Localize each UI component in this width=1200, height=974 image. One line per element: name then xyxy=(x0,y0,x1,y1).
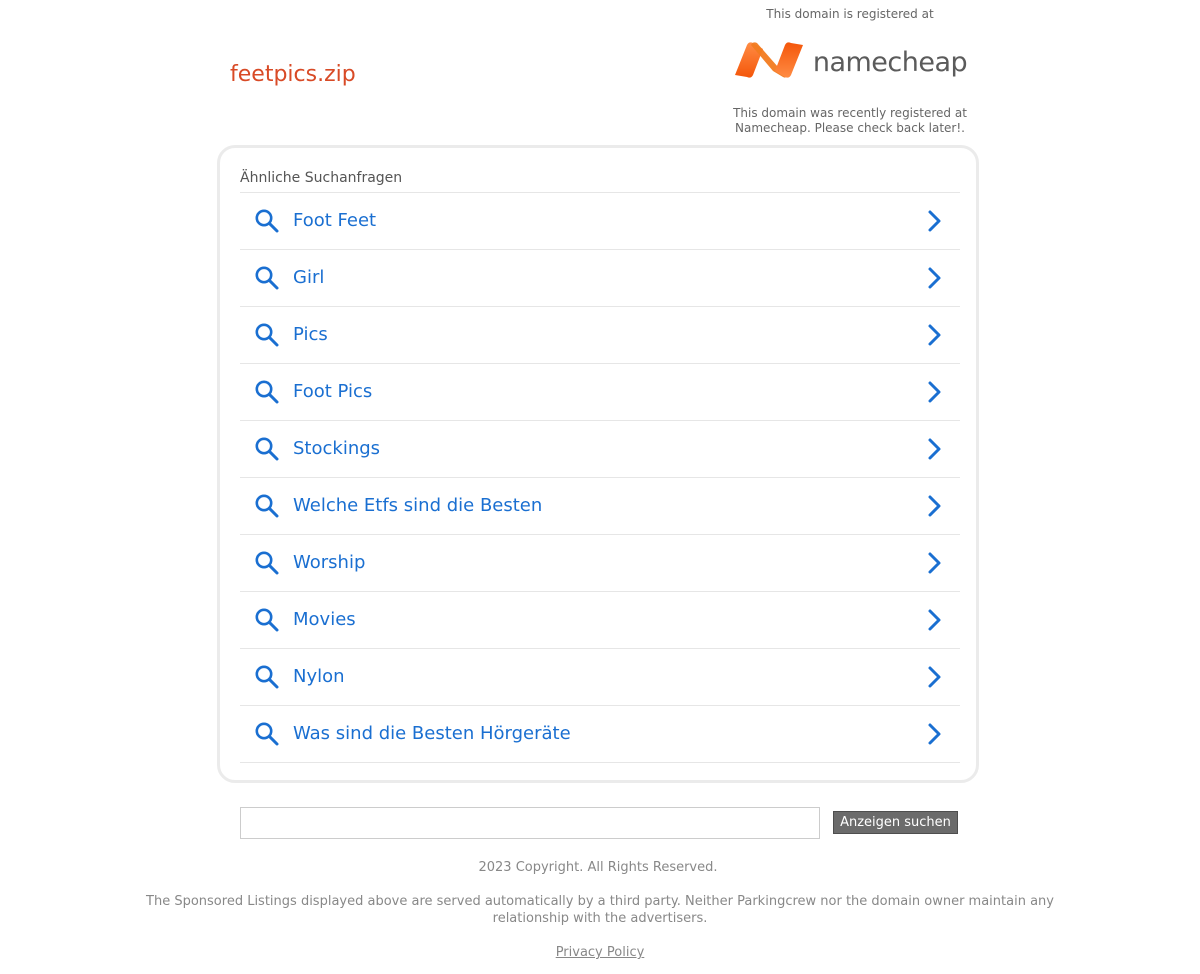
search-icon xyxy=(255,380,279,404)
related-search-label: Movies xyxy=(293,609,356,630)
namecheap-logo[interactable]: namecheap xyxy=(700,32,1000,88)
search-icon xyxy=(255,494,279,518)
related-search-label: Pics xyxy=(293,324,328,345)
search-icon xyxy=(255,266,279,290)
related-search-label: Worship xyxy=(293,552,366,573)
copyright-text: 2023 Copyright. All Rights Reserved. xyxy=(478,860,718,875)
related-search-label: Nylon xyxy=(293,666,345,687)
privacy-policy-link[interactable]: Privacy Policy xyxy=(556,945,645,960)
namecheap-logo-icon xyxy=(734,42,803,78)
chevron-right-icon xyxy=(928,495,941,517)
related-search-label: Stockings xyxy=(293,438,381,459)
related-search-label: Foot Feet xyxy=(293,210,377,231)
related-search-item[interactable]: Welche Etfs sind die Besten xyxy=(240,478,960,535)
chevron-right-icon xyxy=(928,552,941,574)
related-search-item[interactable]: Stockings xyxy=(240,421,960,478)
search-icon xyxy=(255,209,279,233)
chevron-right-icon xyxy=(928,267,941,289)
search-icon xyxy=(255,323,279,347)
related-search-label: Welche Etfs sind die Besten xyxy=(293,495,543,516)
chevron-right-icon xyxy=(928,381,941,403)
search-icon xyxy=(255,722,279,746)
registrar-block: This domain is registered at namecheap T… xyxy=(700,6,1000,136)
chevron-right-icon xyxy=(928,666,941,688)
chevron-right-icon xyxy=(928,324,941,346)
disclaimer-text: The Sponsored Listings displayed above a… xyxy=(146,894,1054,926)
chevron-right-icon xyxy=(928,609,941,631)
namecheap-wordmark: namecheap xyxy=(812,46,968,78)
privacy-footer: Privacy Policy xyxy=(0,944,1200,961)
related-search-label: Foot Pics xyxy=(293,381,373,402)
related-search-item[interactable]: Foot Pics xyxy=(240,364,960,421)
domain-title: feetpics.zip xyxy=(230,62,356,87)
related-searches-list: Foot Feet Girl Pics Foot Pics Stockings Welch… xyxy=(240,192,960,763)
search-icon xyxy=(255,608,279,632)
related-search-item[interactable]: Was sind die Besten Hörgeräte xyxy=(240,706,960,763)
related-search-label: Girl xyxy=(293,267,325,288)
related-search-item[interactable]: Girl xyxy=(240,250,960,307)
related-search-item[interactable]: Pics xyxy=(240,307,960,364)
search-icon xyxy=(255,665,279,689)
related-search-label: Was sind die Besten Hörgeräte xyxy=(293,723,571,744)
search-input[interactable] xyxy=(240,807,820,839)
related-search-item[interactable]: Nylon xyxy=(240,649,960,706)
chevron-right-icon xyxy=(928,210,941,232)
related-search-item[interactable]: Foot Feet xyxy=(240,193,960,250)
search-icon xyxy=(255,437,279,461)
related-searches-card: Ähnliche Suchanfragen Foot Feet Girl Pics F… xyxy=(217,145,979,783)
search-ads-button[interactable]: Anzeigen suchen xyxy=(833,811,958,834)
registered-at-text: This domain is registered at xyxy=(766,7,934,21)
chevron-right-icon xyxy=(928,723,941,745)
related-search-item[interactable]: Worship xyxy=(240,535,960,592)
registered-note: This domain was recently registered at N… xyxy=(733,106,967,135)
related-searches-heading: Ähnliche Suchanfragen xyxy=(240,170,403,186)
related-search-item[interactable]: Movies xyxy=(240,592,960,649)
chevron-right-icon xyxy=(928,438,941,460)
search-icon xyxy=(255,551,279,575)
